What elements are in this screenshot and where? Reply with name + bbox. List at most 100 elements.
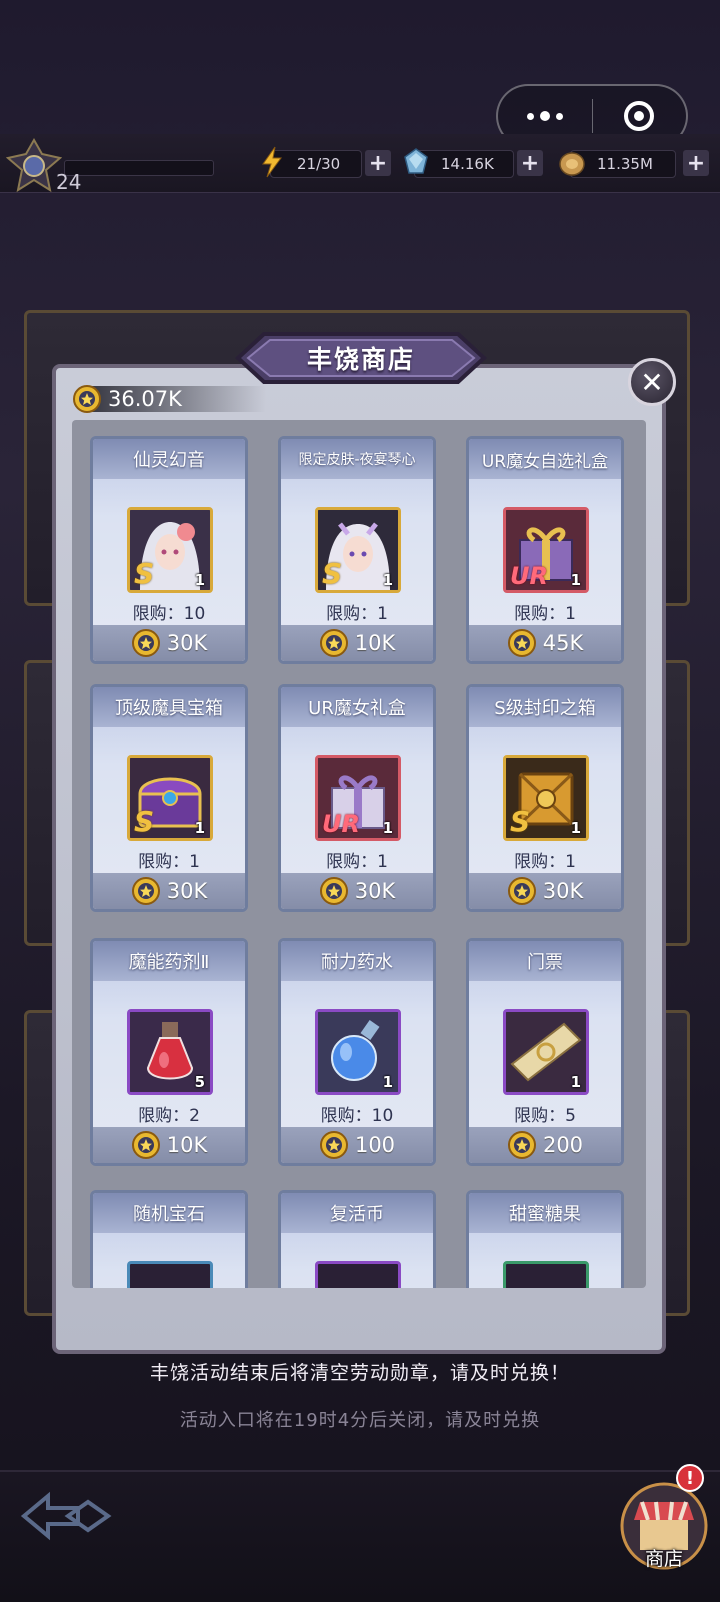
item-thumbnail: S 1	[315, 507, 401, 593]
level-emblem-icon	[6, 138, 62, 193]
shop-item-card[interactable]: 耐力药水 1 限购：10 100	[278, 938, 436, 1166]
item-quantity: 1	[570, 819, 581, 837]
medal-coin-icon	[319, 1131, 348, 1159]
xp-bar	[64, 160, 214, 176]
add-energy-button[interactable]: +	[365, 150, 391, 176]
item-title: 仙灵幻音	[93, 439, 245, 479]
item-price: 30K	[354, 879, 396, 903]
item-price: 10K	[354, 631, 396, 655]
rank-badge: S	[322, 557, 343, 590]
medal-coin-icon	[507, 877, 536, 905]
rank-badge: S	[510, 805, 531, 838]
gem-icon	[127, 1261, 213, 1288]
item-thumbnail: S 1	[127, 507, 213, 593]
item-price: 10K	[166, 1133, 208, 1157]
medal-coin-icon	[319, 877, 348, 905]
purchase-limit: 限购：1	[326, 604, 388, 624]
item-price: 30K	[166, 631, 208, 655]
item-title: 甜蜜糖果	[469, 1193, 621, 1233]
price-bar: 30K	[93, 873, 245, 909]
item-thumbnail: 1	[503, 1009, 589, 1095]
balance-value: 36.07K	[108, 387, 182, 411]
shop-item-card[interactable]: 门票 1 限购：5 200	[466, 938, 624, 1166]
shop-item-card[interactable]: 魔能药剂Ⅱ 5 限购：2 10K	[90, 938, 248, 1166]
item-title: 魔能药剂Ⅱ	[93, 941, 245, 981]
item-title: 耐力药水	[281, 941, 433, 981]
item-title: 复活币	[281, 1193, 433, 1233]
purchase-limit: 限购：2	[138, 1106, 200, 1126]
coin-bag-icon	[559, 152, 585, 176]
rank-badge: S	[134, 805, 155, 838]
item-price: 200	[542, 1133, 584, 1157]
shop-modal: 仙灵幻音 S 1 限购：10 30K 限定皮肤-夜宴琴心 S 1 限购：1 10…	[52, 364, 666, 1354]
purchase-limit: 限购：1	[326, 852, 388, 872]
shop-item-card[interactable]: 顶级魔具宝箱 S 1 限购：1 30K	[90, 684, 248, 912]
purchase-limit: 限购：1	[514, 604, 576, 624]
item-title: S级封印之箱	[469, 687, 621, 727]
item-quantity: 5	[194, 1073, 205, 1091]
item-price: 45K	[542, 631, 584, 655]
shop-item-card[interactable]: 复活币	[278, 1190, 436, 1288]
close-shop-button[interactable]: ✕	[628, 358, 676, 406]
purchase-limit: 限购：1	[514, 852, 576, 872]
shop-item-grid[interactable]: 仙灵幻音 S 1 限购：10 30K 限定皮肤-夜宴琴心 S 1 限购：1 10…	[72, 420, 646, 1288]
gold-resource: 11.35M +	[559, 150, 709, 178]
medal-coin-icon	[131, 877, 160, 905]
item-quantity: 1	[382, 819, 393, 837]
item-price: 100	[354, 1133, 396, 1157]
notification-badge: !	[676, 1464, 704, 1492]
item-thumbnail: S 1	[503, 755, 589, 841]
lightning-icon	[262, 146, 282, 178]
item-thumbnail: 1	[315, 1009, 401, 1095]
item-quantity: 1	[570, 571, 581, 589]
item-price: 30K	[166, 879, 208, 903]
item-thumbnail: S 1	[127, 755, 213, 841]
clear-medal-notice: 丰饶活动结束后将清空劳动勋章，请及时兑换！	[149, 1362, 570, 1384]
item-title: UR魔女自选礼盒	[469, 439, 621, 479]
item-thumbnail: UR 1	[503, 507, 589, 593]
more-dots-icon	[526, 111, 563, 121]
price-bar: 30K	[281, 873, 433, 909]
medal-coin-icon	[131, 1131, 160, 1159]
shop-nav-label: 商店	[644, 1548, 683, 1570]
shop-item-card[interactable]: S级封印之箱 S 1 限购：1 30K	[466, 684, 624, 912]
item-thumbnail: UR 1	[315, 755, 401, 841]
purchase-limit: 限购：5	[514, 1106, 576, 1126]
close-icon: ✕	[640, 365, 664, 399]
shop-item-card[interactable]: 仙灵幻音 S 1 限购：10 30K	[90, 436, 248, 664]
purchase-limit: 限购：10	[320, 1106, 394, 1126]
medal-coin-icon	[507, 629, 536, 657]
add-gems-button[interactable]: +	[517, 150, 543, 176]
shop-item-card[interactable]: UR魔女自选礼盒 UR 1 限购：1 45K	[466, 436, 624, 664]
purchase-limit: 限购：1	[138, 852, 200, 872]
revive-coin-icon	[315, 1261, 401, 1288]
price-bar: 100	[281, 1127, 433, 1163]
price-bar: 30K	[469, 873, 621, 909]
shop-item-card[interactable]: 限定皮肤-夜宴琴心 S 1 限购：1 10K	[278, 436, 436, 664]
shop-item-card[interactable]: 随机宝石	[90, 1190, 248, 1288]
rank-badge: UR	[322, 810, 360, 838]
price-bar: 10K	[281, 625, 433, 661]
item-title: 限定皮肤-夜宴琴心	[281, 439, 433, 479]
item-quantity: 1	[194, 571, 205, 589]
item-thumbnail: 5	[127, 1009, 213, 1095]
candy-icon	[503, 1261, 589, 1288]
item-price: 30K	[542, 879, 584, 903]
back-arrow-button[interactable]	[18, 1490, 114, 1542]
medal-coin-icon	[73, 385, 101, 413]
player-level: 24	[56, 170, 82, 194]
item-quantity: 1	[382, 571, 393, 589]
purchase-limit: 限购：10	[132, 604, 206, 624]
rank-badge: UR	[510, 562, 548, 590]
medal-coin-icon	[507, 1131, 536, 1159]
crystal-icon	[404, 148, 428, 174]
gem-resource: 14.16K +	[404, 148, 543, 178]
add-gold-button[interactable]: +	[683, 150, 709, 176]
price-bar: 45K	[469, 625, 621, 661]
shop-item-card[interactable]: 甜蜜糖果	[466, 1190, 624, 1288]
medal-coin-icon	[131, 629, 160, 657]
coin-balance: 36.07K	[72, 384, 266, 414]
rank-badge: S	[134, 557, 155, 590]
entry-close-notice: 活动入口将在19时4分后关闭，请及时兑换	[179, 1410, 541, 1431]
shop-item-card[interactable]: UR魔女礼盒 UR 1 限购：1 30K	[278, 684, 436, 912]
